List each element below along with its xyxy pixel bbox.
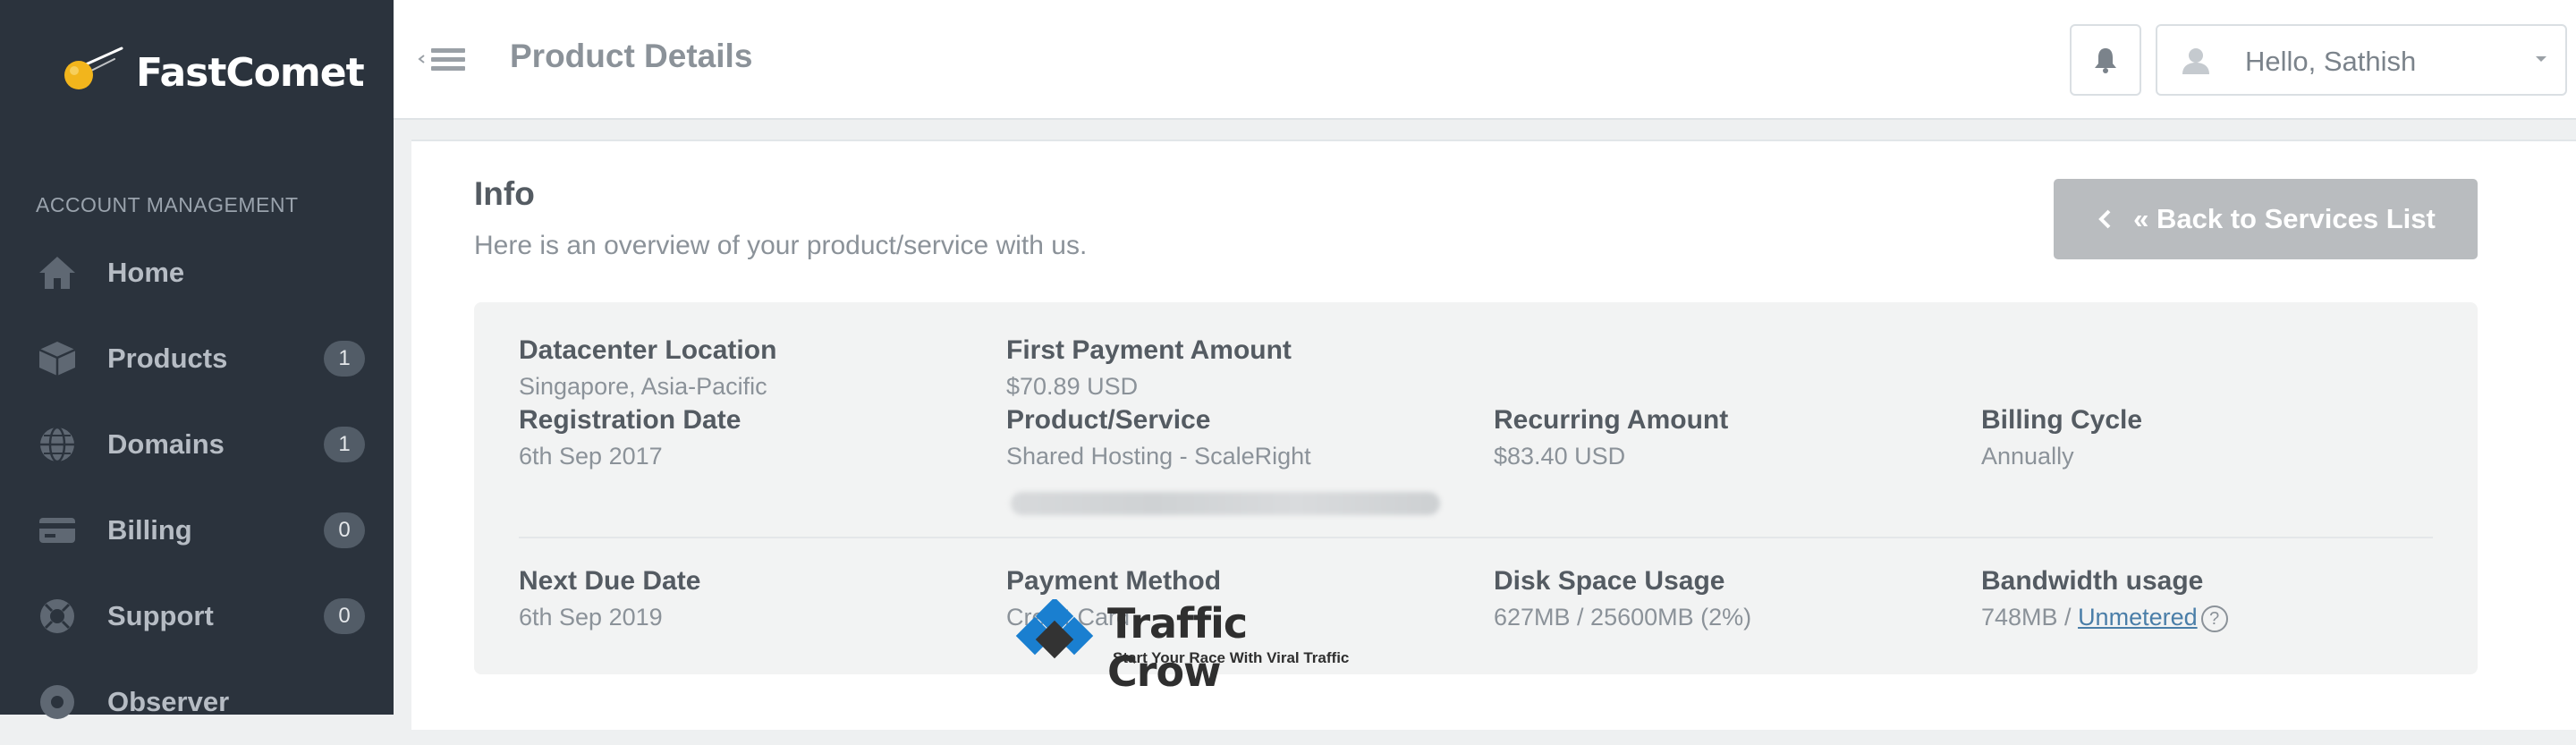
sidebar-item-label: Billing (107, 514, 192, 546)
next-due-date-field: Next Due Date 6th Sep 2019 (519, 565, 984, 631)
field-label: Registration Date (519, 405, 741, 435)
field-value: Shared Hosting - ScaleRight (1006, 443, 1311, 470)
menu-toggle-button[interactable] (417, 43, 469, 75)
notifications-button[interactable] (2070, 24, 2141, 96)
user-menu-dropdown[interactable]: Hello, Sathish (2156, 24, 2567, 96)
credit-card-icon (36, 511, 79, 550)
field-label: Payment Method (1006, 566, 1222, 596)
field-value: Singapore, Asia-Pacific (519, 373, 767, 400)
sidebar-item-observer[interactable]: Observer (0, 659, 394, 745)
field-label: Datacenter Location (519, 335, 777, 365)
account-management-heading: ACCOUNT MANAGEMENT (36, 193, 299, 216)
domains-count-badge: 1 (324, 427, 365, 462)
traffic-crow-watermark: Traffic Crow Start Your Race With Viral … (1014, 594, 1354, 696)
lifebuoy-icon (36, 597, 79, 636)
sidebar-item-support[interactable]: Support 0 (0, 573, 394, 659)
top-header: Product Details Hello, Sathish (394, 0, 2576, 120)
chevron-down-icon (2536, 56, 2546, 62)
blurred-domain-text (1011, 492, 1440, 515)
brand-name: FastComet (136, 49, 365, 96)
sidebar-item-home[interactable]: Home (0, 230, 394, 316)
bell-icon (2095, 48, 2116, 73)
globe-icon (36, 425, 79, 464)
product-details-panel: Datacenter Location Singapore, Asia-Paci… (474, 302, 2478, 674)
box-icon (36, 339, 79, 378)
help-icon[interactable]: ? (2200, 605, 2228, 632)
field-label: Product/Service (1006, 405, 1211, 435)
disk-usage-field: Disk Space Usage 627MB / 25600MB (2%) (1494, 565, 1959, 631)
product-service-field: Product/Service Shared Hosting - ScaleRi… (1006, 404, 1471, 470)
products-count-badge: 1 (324, 341, 365, 377)
registration-date-field: Registration Date 6th Sep 2017 (519, 404, 984, 470)
field-value: $70.89 USD (1006, 373, 1139, 400)
field-label: Billing Cycle (1981, 405, 2143, 435)
field-value: 6th Sep 2017 (519, 443, 663, 470)
field-value: $83.40 USD (1494, 443, 1626, 470)
sidebar-item-label: Support (107, 600, 214, 631)
field-label: Recurring Amount (1494, 405, 1729, 435)
recurring-amount-field: Recurring Amount $83.40 USD (1494, 404, 1959, 470)
field-label: Next Due Date (519, 566, 701, 596)
info-heading: Info (474, 175, 535, 212)
field-value: 748MB / Unmetered? (1981, 603, 2446, 632)
page-title: Product Details (510, 38, 753, 74)
field-label: First Payment Amount (1006, 335, 1292, 365)
field-label: Disk Space Usage (1494, 566, 1725, 596)
back-to-services-button[interactable]: « Back to Services List (2054, 179, 2478, 259)
field-label: Bandwidth usage (1981, 566, 2204, 596)
field-value: Annually (1981, 443, 2074, 470)
sidebar-item-billing[interactable]: Billing 0 (0, 487, 394, 573)
hamburger-icon (418, 48, 465, 71)
fastcomet-logo[interactable]: FastComet (59, 41, 365, 104)
watermark-tagline: Start Your Race With Viral Traffic (1113, 649, 1350, 666)
diamond-logo-icon (1015, 599, 1094, 659)
bandwidth-used: 748MB / (1981, 604, 2079, 631)
user-greeting: Hello, Sathish (2245, 46, 2417, 77)
watermark-name: Traffic Crow (1107, 599, 1248, 696)
sidebar-item-label: Home (107, 257, 185, 288)
panel-divider (519, 537, 2433, 538)
eye-icon (36, 682, 79, 722)
sidebar-item-products[interactable]: Products 1 (0, 316, 394, 402)
info-subtitle: Here is an overview of your product/serv… (474, 231, 1088, 260)
home-icon (36, 253, 79, 292)
user-avatar-icon (2182, 48, 2209, 74)
bandwidth-usage-field: Bandwidth usage 748MB / Unmetered? (1981, 565, 2446, 632)
info-card: Info Here is an overview of your product… (411, 140, 2576, 730)
sidebar-item-domains[interactable]: Domains 1 (0, 402, 394, 487)
back-button-label: « Back to Services List (2133, 203, 2436, 234)
field-value: 627MB / 25600MB (2%) (1494, 604, 1752, 631)
sidebar-item-label: Observer (107, 686, 230, 717)
unmetered-link[interactable]: Unmetered (2078, 604, 2198, 631)
comet-logo-icon (64, 47, 123, 89)
support-count-badge: 0 (324, 598, 365, 634)
sidebar: FastComet ACCOUNT MANAGEMENT Home Produc… (0, 0, 394, 719)
billing-cycle-field: Billing Cycle Annually (1981, 404, 2446, 470)
chevron-left-icon (2098, 209, 2111, 229)
field-value: 6th Sep 2019 (519, 604, 663, 631)
sidebar-item-label: Domains (107, 428, 225, 460)
datacenter-field: Datacenter Location Singapore, Asia-Paci… (519, 334, 984, 401)
first-payment-field: First Payment Amount $70.89 USD (1006, 334, 1471, 401)
billing-count-badge: 0 (324, 512, 365, 548)
sidebar-item-label: Products (107, 343, 228, 374)
